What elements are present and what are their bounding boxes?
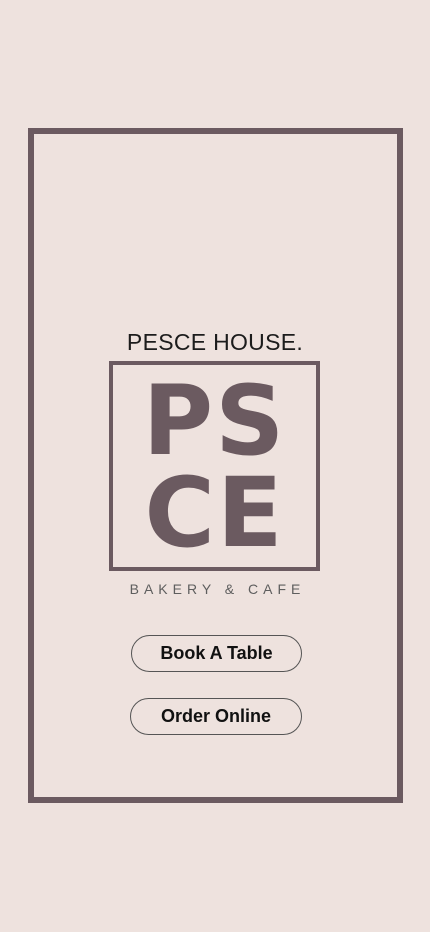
brand-tagline: BAKERY & CAFE	[129, 581, 306, 597]
logo-text-line-1: PS	[142, 365, 287, 477]
brand-name: PESCE HOUSE.	[126, 329, 304, 355]
book-table-button[interactable]: Book A Table	[131, 635, 302, 672]
logo: PS CE	[109, 361, 320, 571]
order-online-button[interactable]: Order Online	[130, 698, 302, 735]
logo-text-line-2: CE	[144, 457, 285, 569]
